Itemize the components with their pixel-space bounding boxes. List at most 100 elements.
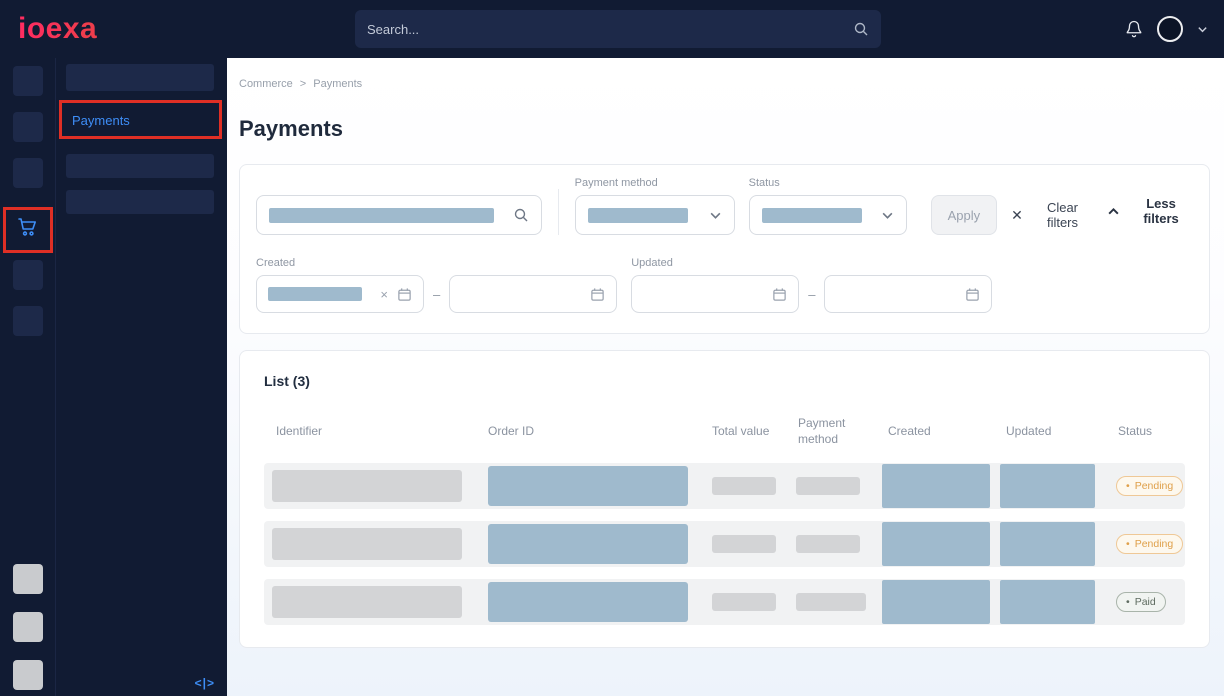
column-header-identifier: Identifier	[264, 424, 476, 438]
breadcrumb-commerce[interactable]: Commerce	[239, 78, 293, 90]
redacted-created-from-value	[268, 287, 362, 301]
breadcrumb-separator: >	[300, 78, 306, 90]
icon-rail	[0, 58, 55, 696]
topbar-actions	[1125, 0, 1208, 58]
rail-bottom-icon-2[interactable]	[13, 612, 43, 642]
filter-search-input[interactable]	[256, 195, 542, 235]
calendar-icon[interactable]	[965, 287, 980, 302]
created-range-field: Created × –	[256, 257, 617, 313]
clear-date-icon[interactable]: ×	[380, 287, 388, 302]
notifications-bell-icon[interactable]	[1125, 20, 1143, 38]
clear-filters-label: Clear filters	[1032, 200, 1093, 230]
calendar-icon[interactable]	[397, 287, 412, 302]
sidebar-item-redacted-1[interactable]	[66, 64, 214, 91]
user-menu-chevron-icon[interactable]	[1197, 24, 1208, 35]
chevron-down-icon	[881, 209, 894, 222]
apply-button[interactable]: Apply	[931, 195, 998, 235]
redacted-identifier	[272, 586, 462, 618]
search-icon	[513, 207, 529, 223]
created-to-input[interactable]	[449, 275, 617, 313]
column-header-status: Status	[1112, 424, 1185, 438]
column-header-order-id: Order ID	[476, 424, 700, 438]
redacted-order-id	[488, 524, 688, 564]
redacted-payment-method	[796, 593, 866, 611]
calendar-icon[interactable]	[590, 287, 605, 302]
page-title: Payments	[239, 116, 1210, 142]
rail-bottom-icon-1[interactable]	[13, 564, 43, 594]
rail-bottom-icon-3[interactable]	[13, 660, 43, 690]
global-search-input[interactable]	[367, 22, 853, 37]
table-row[interactable]: • Paid	[264, 579, 1185, 625]
column-header-payment-method: Payment method	[786, 415, 872, 447]
payment-method-select[interactable]	[575, 195, 735, 235]
rail-nav-icon-3[interactable]	[13, 158, 43, 188]
payments-list-panel: List (3) Identifier Order ID Total value…	[239, 350, 1210, 648]
rail-nav-icon-1[interactable]	[13, 66, 43, 96]
column-header-updated: Updated	[1000, 424, 1112, 438]
redacted-order-id	[488, 582, 688, 622]
range-separator: –	[808, 287, 815, 302]
rail-nav-commerce[interactable]	[13, 214, 43, 244]
created-label: Created	[256, 257, 617, 269]
status-badge: • Pending	[1116, 476, 1183, 496]
redacted-payment-method	[796, 477, 860, 495]
table-row[interactable]: • Pending	[264, 463, 1185, 509]
status-dot: •	[1126, 480, 1130, 492]
filter-divider	[558, 189, 559, 235]
sidebar-collapse-icon[interactable]: <|>	[195, 676, 215, 690]
rail-nav-icon-4[interactable]	[13, 260, 43, 290]
column-header-total-value: Total value	[700, 424, 786, 438]
sidebar-item-payments-label: Payments	[72, 113, 130, 128]
redacted-identifier	[272, 528, 462, 560]
global-search[interactable]	[355, 10, 881, 48]
calendar-icon[interactable]	[772, 287, 787, 302]
app-window: ioexa	[0, 0, 1224, 696]
brand-logo: ioexa	[18, 12, 97, 46]
rail-nav-icon-5[interactable]	[13, 306, 43, 336]
breadcrumb-payments[interactable]: Payments	[313, 78, 362, 90]
sidebar-item-redacted-3[interactable]	[66, 190, 214, 214]
updated-to-input[interactable]	[824, 275, 992, 313]
redacted-payment-method-value	[588, 208, 688, 223]
redacted-updated	[1000, 464, 1095, 508]
updated-from-input[interactable]	[631, 275, 799, 313]
payment-method-label: Payment method	[575, 177, 735, 189]
clear-filters-button[interactable]: ✕ Clear filters	[1011, 195, 1093, 235]
redacted-search-value	[269, 208, 494, 223]
search-icon	[853, 21, 869, 37]
range-separator: –	[433, 287, 440, 302]
table-header: Identifier Order ID Total value Payment …	[264, 415, 1185, 463]
close-icon: ✕	[1011, 207, 1023, 224]
redacted-identifier	[272, 470, 462, 502]
less-filters-button[interactable]: Less filters	[1107, 196, 1193, 226]
sidebar-menu: Payments <|>	[55, 58, 227, 696]
redacted-payment-method	[796, 535, 860, 553]
redacted-status-value	[762, 208, 862, 223]
status-badge-label: Paid	[1135, 596, 1156, 608]
updated-label: Updated	[631, 257, 992, 269]
table-row[interactable]: •Pending	[264, 521, 1185, 567]
status-badge-label: Pending	[1135, 480, 1174, 492]
status-label: Status	[749, 177, 907, 189]
sidebar-item-redacted-2[interactable]	[66, 154, 214, 178]
payment-method-field: Payment method	[575, 177, 735, 235]
redacted-created	[882, 580, 990, 624]
status-dot: •	[1126, 596, 1130, 608]
rail-nav-icon-2[interactable]	[13, 112, 43, 142]
rail-bottom-group	[13, 564, 43, 696]
status-dot: •	[1126, 538, 1130, 550]
main-content: Commerce > Payments Payments Payment	[227, 58, 1224, 696]
column-header-created: Created	[882, 424, 1000, 438]
redacted-created	[882, 464, 990, 508]
status-badge: • Paid	[1116, 592, 1166, 612]
list-title: List (3)	[264, 373, 1185, 389]
status-badge: •Pending	[1116, 534, 1183, 554]
redacted-order-id	[488, 466, 688, 506]
redacted-updated	[1000, 580, 1095, 624]
sidebar-item-payments[interactable]: Payments	[56, 102, 228, 138]
user-avatar[interactable]	[1157, 16, 1183, 42]
created-from-input[interactable]: ×	[256, 275, 424, 313]
redacted-updated	[1000, 522, 1095, 566]
status-select[interactable]	[749, 195, 907, 235]
redacted-total-value	[712, 535, 776, 553]
